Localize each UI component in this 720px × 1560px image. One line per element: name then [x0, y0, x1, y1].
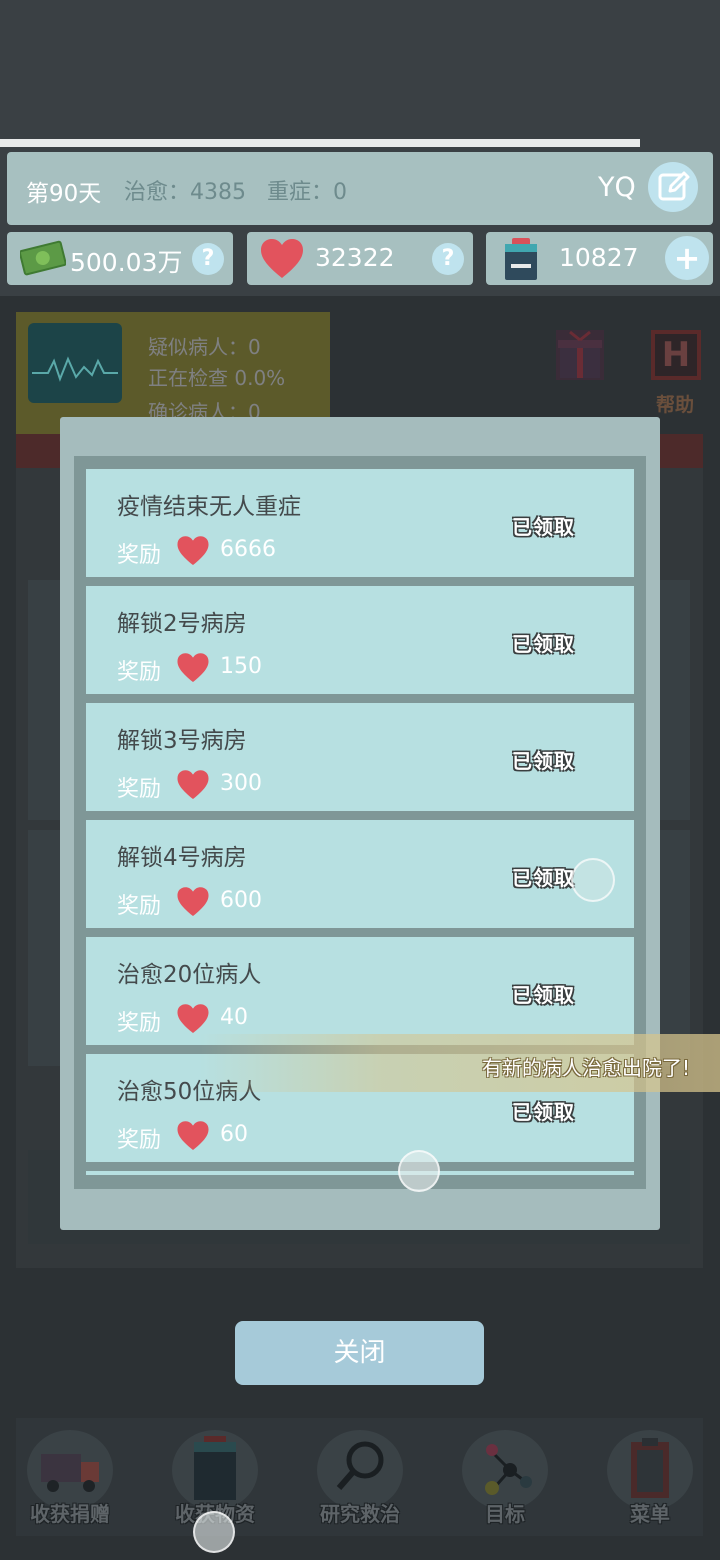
reward-value: 60 [220, 1122, 248, 1147]
heart-icon [177, 1121, 209, 1151]
toast-message: 有新的病人治愈出院了! [482, 1056, 691, 1080]
money-value: 500.03万 [70, 248, 183, 277]
goal-item: 解锁3号病房 奖励 300 已领取 [86, 703, 634, 811]
claimed-status: 已领取 [512, 866, 575, 890]
nav-menu-label: 菜单 [630, 1502, 670, 1526]
help-label: 帮助 [656, 394, 695, 416]
supplies-value: 10827 [559, 243, 639, 272]
reward-label: 奖励 [117, 1128, 162, 1153]
goal-item-partial [86, 1171, 634, 1175]
help-h-icon[interactable]: H [651, 330, 701, 380]
reward-label: 奖励 [117, 1011, 162, 1036]
goal-item: 解锁2号病房 奖励 150 已领取 [86, 586, 634, 694]
claimed-status: 已领取 [512, 515, 575, 539]
heart-icon [177, 653, 209, 683]
reward-value: 600 [220, 888, 262, 913]
goal-item: 疫情结束无人重症 奖励 6666 已领取 [86, 469, 634, 577]
goal-title: 解锁3号病房 [117, 728, 247, 754]
goal-item: 解锁4号病房 奖励 600 已领取 [86, 820, 634, 928]
nav-goals-label: 目标 [485, 1502, 525, 1526]
reward-value: 40 [220, 1005, 248, 1030]
nav-goals[interactable]: 目标 [440, 1426, 570, 1536]
heart-icon [261, 239, 303, 278]
suspected-patients: 疑似病人：0 [148, 335, 261, 359]
touch-indicator [193, 1511, 235, 1553]
claimed-status: 已领取 [512, 632, 575, 656]
hearts-value: 32322 [315, 243, 395, 272]
goal-title: 疫情结束无人重症 [117, 494, 301, 520]
heart-icon [177, 887, 209, 917]
heart-icon [177, 536, 209, 566]
goal-title: 解锁4号病房 [117, 845, 247, 871]
severe-count: 重症：0 [267, 180, 347, 205]
cured-count: 治愈：4385 [124, 180, 246, 205]
hearts-help-button[interactable]: ? [432, 243, 464, 275]
gift-icon[interactable] [556, 330, 604, 380]
nav-research-label: 研究救治 [320, 1502, 400, 1526]
goal-item: 治愈20位病人 奖励 40 已领取 [86, 937, 634, 1045]
claimed-status: 已领取 [512, 1100, 575, 1124]
reward-value: 300 [220, 771, 262, 796]
supplies-box-icon [505, 238, 537, 280]
close-button[interactable]: 关闭 [235, 1321, 484, 1385]
nav-donations[interactable]: 收获捐赠 [5, 1426, 135, 1536]
day-counter: 第90天 [26, 181, 102, 207]
reward-label: 奖励 [117, 894, 162, 919]
edit-name-button[interactable] [648, 162, 698, 212]
checking-progress: 正在检查 0.0% [148, 366, 286, 390]
add-supplies-button[interactable]: + [665, 236, 709, 280]
nav-donations-label: 收获捐赠 [30, 1502, 110, 1526]
top-blank-area [0, 0, 720, 140]
edit-icon [658, 171, 690, 201]
reward-value: 6666 [220, 537, 276, 562]
reward-label: 奖励 [117, 543, 162, 568]
reward-label: 奖励 [117, 660, 162, 685]
money-help-button[interactable]: ? [192, 243, 224, 275]
touch-indicator [571, 858, 615, 902]
progress-line [0, 139, 640, 147]
claimed-status: 已领取 [512, 983, 575, 1007]
heart-icon [177, 770, 209, 800]
heart-icon [177, 1004, 209, 1034]
claimed-status: 已领取 [512, 749, 575, 773]
nav-menu[interactable]: 菜单 [585, 1426, 715, 1536]
nav-research[interactable]: 研究救治 [295, 1426, 425, 1536]
goal-title: 解锁2号病房 [117, 611, 247, 637]
user-name: YQ [598, 172, 636, 203]
touch-indicator [398, 1150, 440, 1192]
reward-value: 150 [220, 654, 262, 679]
money-icon [20, 240, 66, 276]
goal-title: 治愈20位病人 [117, 962, 262, 988]
reward-label: 奖励 [117, 777, 162, 802]
heart-monitor-icon [28, 323, 122, 403]
